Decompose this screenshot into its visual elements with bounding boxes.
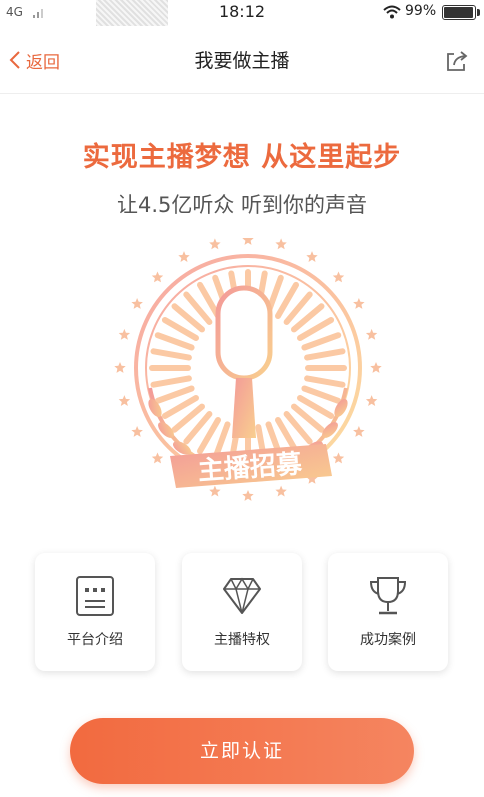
diamond-icon bbox=[223, 577, 261, 614]
emblem-star bbox=[365, 395, 378, 406]
emblem-star bbox=[353, 298, 365, 309]
emblem-star bbox=[275, 485, 287, 497]
emblem-star bbox=[118, 328, 131, 340]
emblem-ray bbox=[150, 375, 192, 388]
document-icon bbox=[76, 576, 114, 616]
emblem-star bbox=[151, 271, 164, 283]
microphone-icon bbox=[215, 285, 273, 438]
subheadline: 让4.5亿听众 听到你的声音 bbox=[116, 193, 368, 217]
page-title: 我要做主播 bbox=[194, 50, 290, 72]
emblem-star bbox=[242, 238, 254, 245]
battery-icon bbox=[442, 5, 476, 20]
emblem-star bbox=[178, 251, 190, 262]
emblem-star bbox=[332, 452, 345, 464]
emblem-star bbox=[365, 328, 378, 340]
battery-fill bbox=[444, 7, 473, 18]
emblem-ray bbox=[301, 332, 342, 351]
emblem-star bbox=[275, 238, 287, 250]
emblem-star bbox=[151, 452, 164, 464]
emblem-ray bbox=[304, 375, 346, 388]
battery-percent: 99% bbox=[405, 3, 437, 19]
emblem-star bbox=[118, 395, 131, 406]
emblem-star bbox=[242, 490, 254, 501]
emblem-star bbox=[209, 238, 221, 250]
emblem-ray bbox=[150, 348, 192, 361]
emblem-star bbox=[114, 362, 126, 373]
headline: 实现主播梦想 从这里起步 bbox=[82, 142, 402, 173]
emblem-ray bbox=[154, 385, 195, 404]
share-icon[interactable] bbox=[444, 48, 470, 74]
verify-now-button[interactable]: 立即认证 bbox=[70, 718, 414, 784]
status-bar: 4G 18:12 99% bbox=[0, 0, 484, 26]
emblem-star bbox=[353, 426, 365, 437]
emblem-ray bbox=[304, 348, 346, 361]
trophy-icon bbox=[369, 577, 407, 615]
emblem-text: 主播招募 bbox=[197, 449, 304, 486]
emblem-star bbox=[332, 271, 345, 283]
emblem-star bbox=[131, 298, 143, 309]
feature-label: 主播特权 bbox=[214, 632, 270, 648]
feature-label: 平台介绍 bbox=[67, 632, 123, 648]
wifi-icon bbox=[383, 5, 401, 19]
emblem-star bbox=[131, 426, 143, 437]
anchor-recruit-emblem: 主播招募 bbox=[114, 238, 382, 501]
emblem-star bbox=[306, 251, 318, 262]
nav-bar: 返回 我要做主播 bbox=[0, 26, 484, 94]
feature-anchor-privileges[interactable]: 主播特权 bbox=[182, 553, 302, 671]
feature-success-cases[interactable]: 成功案例 bbox=[328, 553, 448, 671]
emblem-ray bbox=[154, 332, 195, 351]
feature-label: 成功案例 bbox=[360, 632, 416, 648]
emblem-ray bbox=[301, 385, 342, 404]
emblem-star bbox=[370, 362, 382, 373]
emblem-star bbox=[209, 485, 221, 497]
battery-cap bbox=[477, 9, 480, 16]
feature-platform-intro[interactable]: 平台介绍 bbox=[35, 553, 155, 671]
